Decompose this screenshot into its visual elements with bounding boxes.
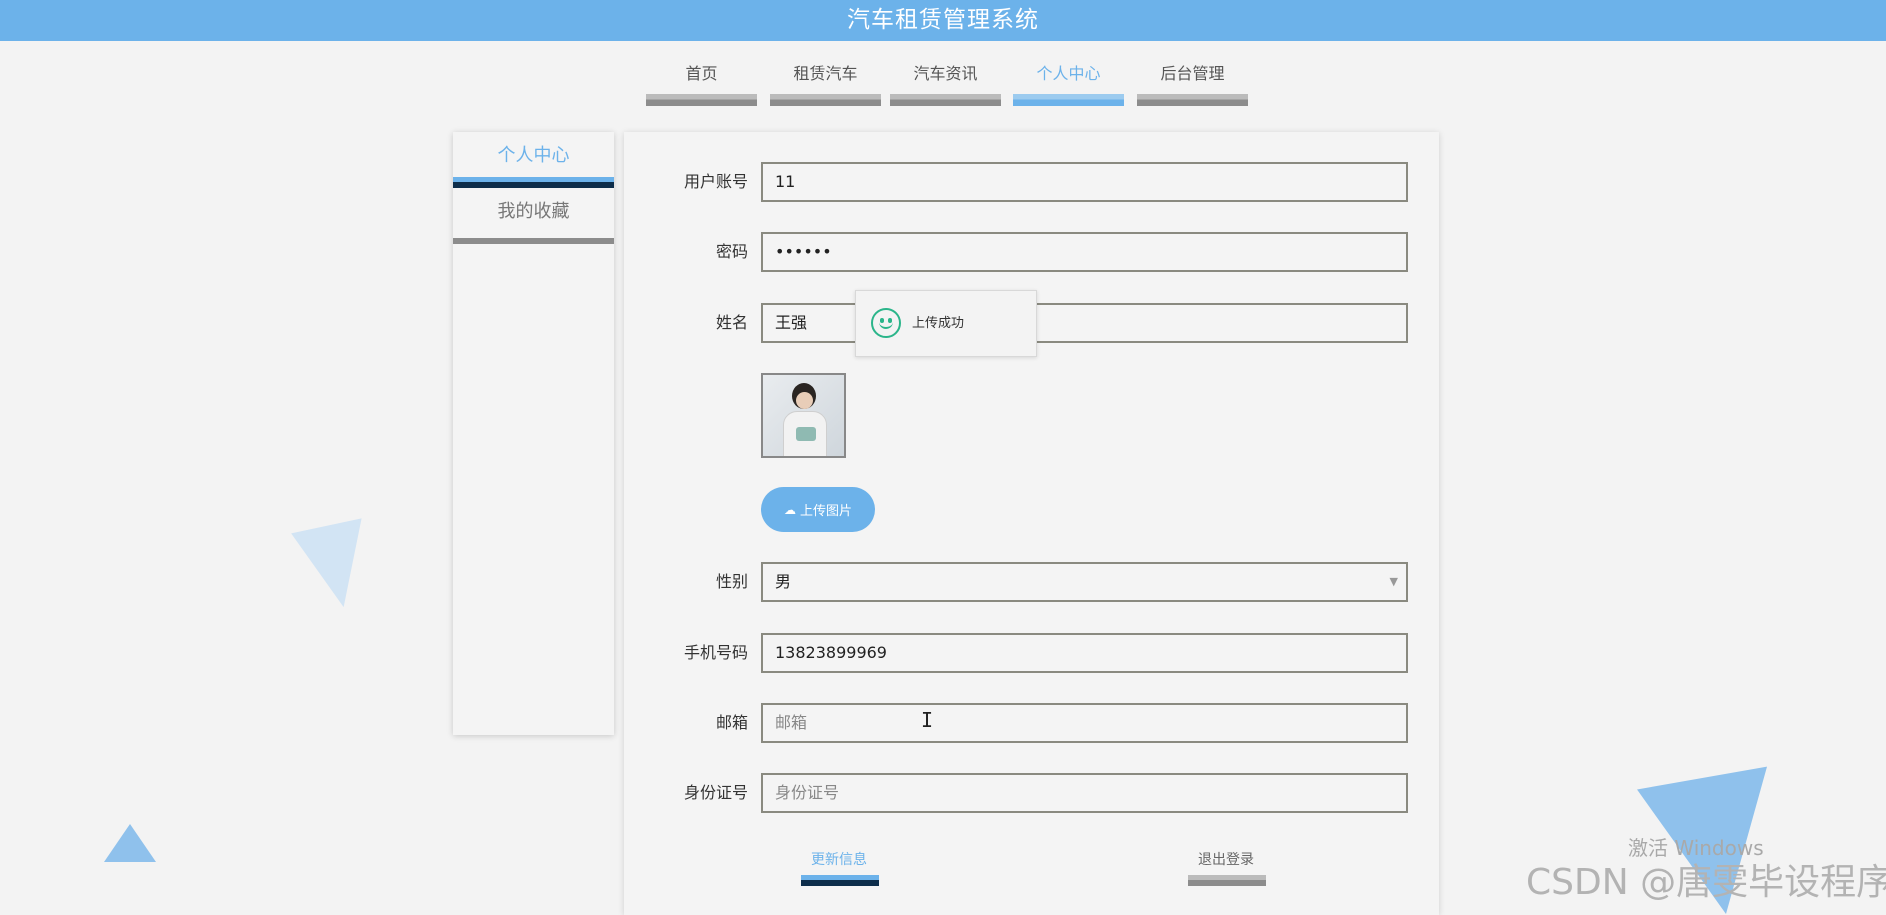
nav-item-underline	[890, 94, 1001, 106]
nav-item-label: 汽车资讯	[913, 64, 978, 83]
sidebar-item-label: 我的收藏	[497, 201, 570, 222]
form-row-gender: 性别 男 ▼	[624, 562, 1439, 602]
nav-item-home[interactable]: 首页	[646, 62, 757, 106]
form-row-password: 密码 ••••••	[624, 232, 1439, 272]
caret-down-icon: ▼	[1389, 575, 1398, 588]
decor-triangle	[291, 518, 379, 615]
nav-item-label: 租赁汽车	[793, 64, 858, 83]
app-title: 汽车租赁管理系统	[847, 6, 1039, 33]
gender-select[interactable]: 男 ▼	[761, 562, 1408, 602]
toast-message: 上传成功	[912, 316, 965, 331]
idcard-label: 身份证号	[683, 783, 748, 802]
nav-item-admin[interactable]: 后台管理	[1137, 62, 1248, 106]
form-row-email: 邮箱 邮箱	[624, 703, 1439, 743]
smile-icon	[871, 308, 901, 338]
sidebar-item-underline	[453, 238, 614, 244]
update-info-label: 更新信息	[811, 852, 867, 868]
form-row-idcard: 身份证号 身份证号	[624, 773, 1439, 813]
text-cursor-icon: I	[921, 708, 934, 732]
form-row-phone: 手机号码 13823899969	[624, 633, 1439, 673]
app-header: 汽车租赁管理系统	[0, 0, 1886, 41]
sidebar-item-label: 个人中心	[497, 145, 570, 166]
nav-item-rent-car[interactable]: 租赁汽车	[770, 62, 881, 106]
form-row-username: 用户账号 11	[624, 162, 1439, 202]
nav-item-underline	[1013, 94, 1124, 106]
upload-success-toast: 上传成功	[855, 290, 1037, 357]
update-info-underline	[801, 875, 879, 886]
cloud-upload-icon: ☁	[783, 502, 796, 517]
nav-item-car-news[interactable]: 汽车资讯	[890, 62, 1001, 106]
gender-label: 性别	[715, 572, 748, 591]
sidebar-item-favorites[interactable]: 我的收藏	[453, 188, 614, 244]
nav-item-underline	[770, 94, 881, 106]
logout-label: 退出登录	[1198, 852, 1254, 868]
windows-activation-watermark: 激活 Windows	[1628, 836, 1764, 860]
sidebar: 个人中心 我的收藏	[453, 132, 614, 735]
username-field[interactable]: 11	[761, 162, 1408, 202]
nav-item-underline	[1137, 94, 1248, 106]
nav-item-label: 后台管理	[1160, 64, 1225, 83]
email-field[interactable]: 邮箱	[761, 703, 1408, 743]
phone-field[interactable]: 13823899969	[761, 633, 1408, 673]
email-label: 邮箱	[715, 713, 748, 732]
idcard-field[interactable]: 身份证号	[761, 773, 1408, 813]
logout-button[interactable]: 退出登录	[1186, 852, 1266, 886]
gender-value: 男	[775, 572, 792, 591]
nav-item-personal-center[interactable]: 个人中心	[1013, 62, 1124, 106]
profile-form-panel: 用户账号 11 密码 •••••• 姓名 王强 性别 男 ▼ 手机号码 1382…	[624, 132, 1439, 915]
nav-item-label: 首页	[685, 64, 718, 83]
nav-item-underline	[646, 94, 757, 106]
nav-item-label: 个人中心	[1036, 64, 1101, 83]
sidebar-item-underline	[453, 177, 614, 188]
update-info-button[interactable]: 更新信息	[799, 852, 879, 886]
main-nav: 首页 租赁汽车 汽车资讯 个人中心 后台管理	[0, 62, 1886, 108]
password-field[interactable]: ••••••	[761, 232, 1408, 272]
csdn-watermark: CSDN @唐雯毕设程序	[1526, 862, 1886, 903]
avatar-preview	[761, 373, 846, 458]
sidebar-item-personal-center[interactable]: 个人中心	[453, 132, 614, 188]
password-label: 密码	[715, 242, 748, 261]
upload-image-label: 上传图片	[799, 504, 852, 519]
username-label: 用户账号	[683, 172, 748, 191]
logout-underline	[1188, 875, 1266, 886]
phone-label: 手机号码	[683, 643, 748, 662]
upload-image-button[interactable]: ☁ 上传图片	[761, 487, 875, 532]
name-label: 姓名	[715, 313, 748, 332]
decor-triangle	[104, 824, 156, 862]
